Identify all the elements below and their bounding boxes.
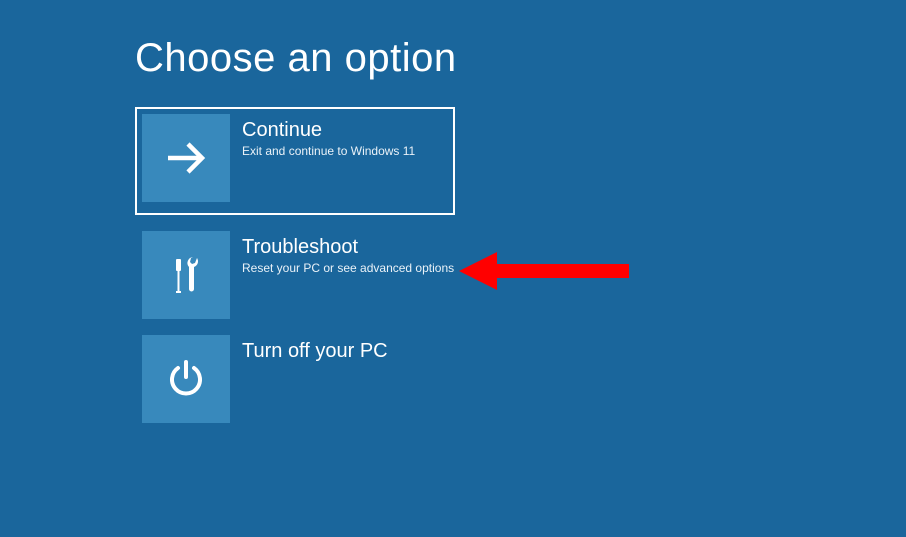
tile-label: Troubleshoot bbox=[242, 235, 454, 259]
recovery-screen: Choose an option Continue Exit and conti… bbox=[0, 0, 906, 423]
tile-label: Continue bbox=[242, 118, 415, 142]
tile-continue[interactable]: Continue Exit and continue to Windows 11 bbox=[135, 107, 455, 215]
tile-text: Continue Exit and continue to Windows 11 bbox=[230, 114, 415, 159]
page-title: Choose an option bbox=[135, 36, 906, 81]
tile-text: Turn off your PC bbox=[230, 335, 388, 365]
tile-label: Turn off your PC bbox=[242, 339, 388, 363]
tile-turnoff[interactable]: Turn off your PC bbox=[135, 335, 455, 423]
tile-troubleshoot[interactable]: Troubleshoot Reset your PC or see advanc… bbox=[135, 231, 455, 319]
tile-desc: Reset your PC or see advanced options bbox=[242, 261, 454, 276]
arrow-right-icon bbox=[142, 114, 230, 202]
tools-icon bbox=[142, 231, 230, 319]
power-icon bbox=[142, 335, 230, 423]
tile-text: Troubleshoot Reset your PC or see advanc… bbox=[230, 231, 454, 276]
tile-desc: Exit and continue to Windows 11 bbox=[242, 144, 415, 159]
